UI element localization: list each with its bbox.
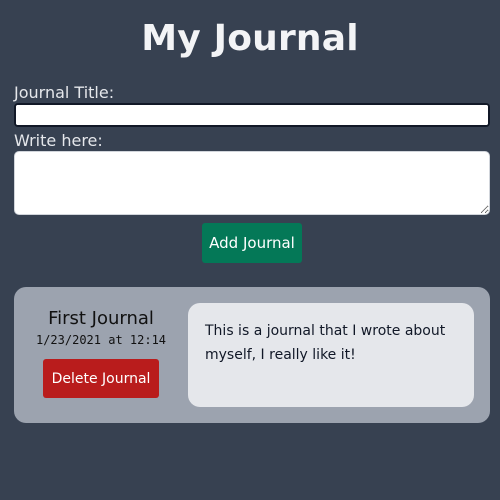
journal-app: My Journal Journal Title: Write here: Ad… xyxy=(0,0,500,500)
journal-card-date: 1/23/2021 at 12:14 xyxy=(35,333,167,347)
journal-title-label: Journal Title: xyxy=(14,83,115,102)
delete-journal-button[interactable]: Delete Journal xyxy=(43,359,159,398)
add-journal-button[interactable]: Add Journal xyxy=(202,223,302,263)
journal-title-input[interactable] xyxy=(14,103,490,127)
journal-card: First Journal 1/23/2021 at 12:14 Delete … xyxy=(14,287,490,423)
journal-body-label: Write here: xyxy=(14,131,103,150)
page-title: My Journal xyxy=(141,18,359,59)
journal-body-textarea[interactable] xyxy=(14,151,490,215)
journal-card-title: First Journal xyxy=(48,308,154,329)
journal-card-body: This is a journal that I wrote about mys… xyxy=(188,303,474,407)
